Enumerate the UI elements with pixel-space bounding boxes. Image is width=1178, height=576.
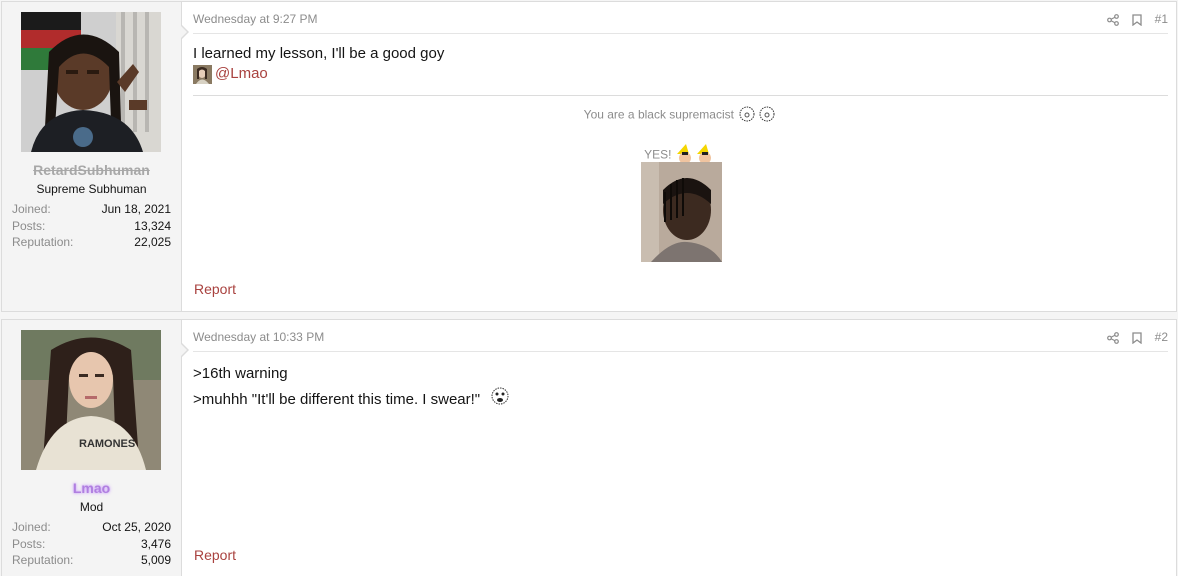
post-pointer: [180, 342, 189, 358]
mention-text[interactable]: @Lmao: [215, 64, 268, 84]
avatar-image: RAMONES: [21, 330, 161, 470]
stat-reputation: Reputation: 5,009: [12, 552, 171, 569]
quote-separator: [193, 95, 1168, 96]
post-main: Wednesday at 9:27 PM #1 I learned my les…: [193, 2, 1168, 311]
post-date[interactable]: Wednesday at 10:33 PM: [193, 320, 324, 355]
post-number[interactable]: #1: [1155, 2, 1168, 37]
post-text: I learned my lesson, I'll be a good goy: [193, 45, 445, 62]
stat-joined: Joined: Jun 18, 2021: [12, 201, 171, 218]
bookmark-icon[interactable]: [1131, 13, 1142, 26]
stat-label: Reputation:: [12, 235, 74, 249]
post-text-line-2: >muhhh "It'll be different this time. I …: [193, 390, 481, 408]
stat-label: Joined:: [12, 202, 51, 216]
post-text-line-2-wrap: >muhhh "It'll be different this time. I …: [193, 386, 510, 414]
post-tools: #2: [1106, 320, 1168, 355]
post-pointer: [180, 24, 189, 40]
share-icon[interactable]: [1106, 331, 1119, 344]
username[interactable]: RetardSubhuman: [2, 162, 181, 178]
share-icon[interactable]: [1106, 13, 1119, 26]
user-info-panel: RAMONES Lmao Mod Joined: Oct 25, 2020 Po…: [2, 320, 182, 576]
stat-label: Reputation:: [12, 553, 74, 567]
post-text-line-1: >16th warning: [193, 365, 288, 382]
stat-reputation: Reputation: 22,025: [12, 234, 171, 251]
post-meta: Wednesday at 9:27 PM #1: [193, 2, 1168, 34]
stat-posts: Posts: 3,476: [12, 536, 171, 553]
yes-text: YES!: [644, 147, 672, 162]
post-body: I learned my lesson, I'll be a good goy …: [193, 44, 444, 84]
post-image[interactable]: [641, 162, 722, 262]
post-body: >16th warning >muhhh "It'll be different…: [193, 362, 510, 414]
stat-joined: Joined: Oct 25, 2020: [12, 519, 171, 536]
svg-text:RAMONES: RAMONES: [79, 438, 135, 450]
caption-text: You are a black supremacist: [583, 107, 734, 122]
user-mention[interactable]: @Lmao: [193, 64, 444, 84]
user-stats: Joined: Oct 25, 2020 Posts: 3,476 Reputa…: [12, 519, 171, 569]
quote-caption: You are a black supremacist: [193, 105, 1168, 126]
stat-value: 13,324: [134, 218, 171, 233]
stat-value: 5,009: [140, 553, 171, 567]
stat-label: Joined:: [12, 520, 51, 534]
post-main: Wednesday at 10:33 PM #2 >16th warning >…: [193, 320, 1168, 576]
stat-value: Oct 25, 2020: [102, 520, 171, 534]
crying-face-emoji-icon: [490, 386, 510, 414]
laughing-emoji-icon: [737, 105, 777, 126]
stat-value: 22,025: [134, 235, 171, 249]
avatar[interactable]: [21, 12, 161, 152]
avatar[interactable]: RAMONES: [21, 330, 161, 470]
report-link[interactable]: Report: [194, 281, 236, 297]
post-tools: #1: [1106, 2, 1168, 37]
bookmark-icon[interactable]: [1131, 331, 1142, 344]
stat-label: Posts:: [12, 536, 46, 551]
stat-label: Posts:: [12, 218, 46, 233]
avatar-image: [21, 12, 161, 152]
report-link[interactable]: Report: [194, 547, 236, 563]
post-number[interactable]: #2: [1155, 320, 1168, 355]
stat-value: 3,476: [140, 536, 171, 551]
stat-posts: Posts: 13,324: [12, 218, 171, 235]
username[interactable]: Lmao: [2, 480, 181, 496]
mention-avatar: [193, 64, 212, 84]
post-2: RAMONES Lmao Mod Joined: Oct 25, 2020 Po…: [1, 319, 1177, 576]
user-title: Supreme Subhuman: [36, 182, 147, 196]
stat-value: Jun 18, 2021: [101, 202, 171, 216]
post-1: RetardSubhuman Supreme Subhuman Joined: …: [1, 1, 1177, 312]
user-title: Mod: [79, 500, 104, 514]
post-meta: Wednesday at 10:33 PM #2: [193, 320, 1168, 352]
post-date[interactable]: Wednesday at 9:27 PM: [193, 2, 318, 37]
user-stats: Joined: Jun 18, 2021 Posts: 13,324 Reput…: [12, 201, 171, 251]
user-info-panel: RetardSubhuman Supreme Subhuman Joined: …: [2, 2, 182, 311]
